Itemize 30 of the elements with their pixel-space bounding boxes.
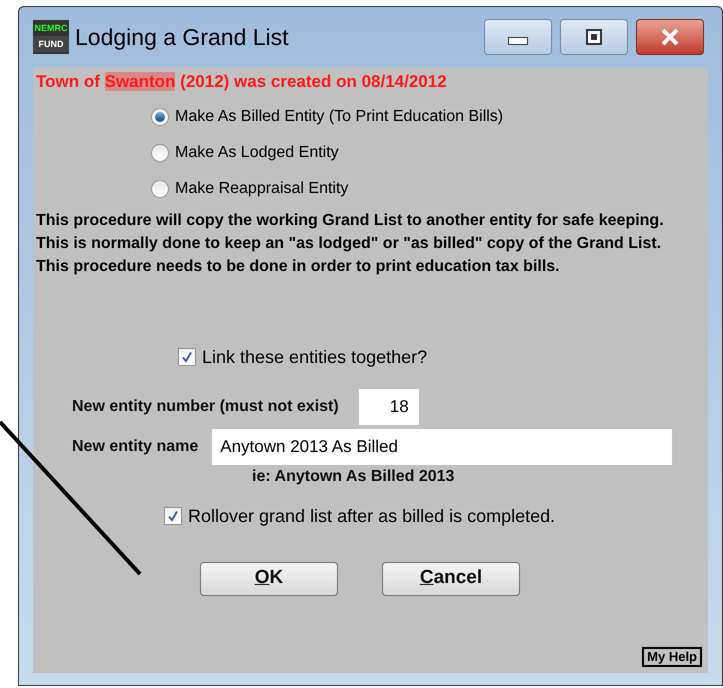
entity-number-field[interactable]: 18 (358, 388, 419, 424)
entity-name-field[interactable]: Anytown 2013 As Billed (212, 428, 672, 464)
cancel-button[interactable]: Cancel (382, 562, 520, 596)
minimize-icon (508, 37, 528, 45)
field-label: New entity number (must not exist) (72, 396, 339, 416)
radio-button[interactable] (151, 108, 169, 126)
checkbox-label: Rollover grand list after as billed is completed. (188, 504, 556, 528)
checkmark-icon (167, 510, 179, 522)
minimize-button[interactable] (484, 19, 552, 55)
close-button[interactable] (636, 19, 704, 55)
maximize-button[interactable] (560, 19, 628, 55)
radio-button[interactable] (151, 144, 169, 162)
window-title: Lodging a Grand List (75, 22, 289, 52)
close-icon (660, 28, 680, 46)
checkmark-icon (181, 351, 193, 363)
notice-text: Town of Swanton (2012) was created on 08/14/2012 (36, 71, 448, 93)
hint-text: ie: Anytown As Billed 2013 (252, 466, 454, 486)
checkbox[interactable] (164, 507, 182, 525)
radio-label: Make Reappraisal Entity (175, 178, 348, 198)
maximize-icon (586, 29, 602, 45)
radio-button[interactable] (151, 180, 169, 198)
radio-label: Make As Billed Entity (To Print Education Bills) (175, 106, 504, 126)
ok-button[interactable]: OK (200, 562, 338, 596)
logo-text: FUND (33, 36, 69, 52)
field-label: New entity name (72, 436, 198, 456)
checkbox[interactable] (178, 348, 196, 366)
radio-label: Make As Lodged Entity (175, 142, 339, 162)
description-text: This procedure will copy the working Grand List to another entity for safe keeping. This is normally done to keep an "as lodged" or "as billed" copy of the Grand List. This procedure needs to be done in order to print education tax bills. (36, 210, 665, 276)
help-button[interactable]: My Help (642, 647, 702, 667)
checkbox-label: Link these entities together? (202, 346, 428, 369)
